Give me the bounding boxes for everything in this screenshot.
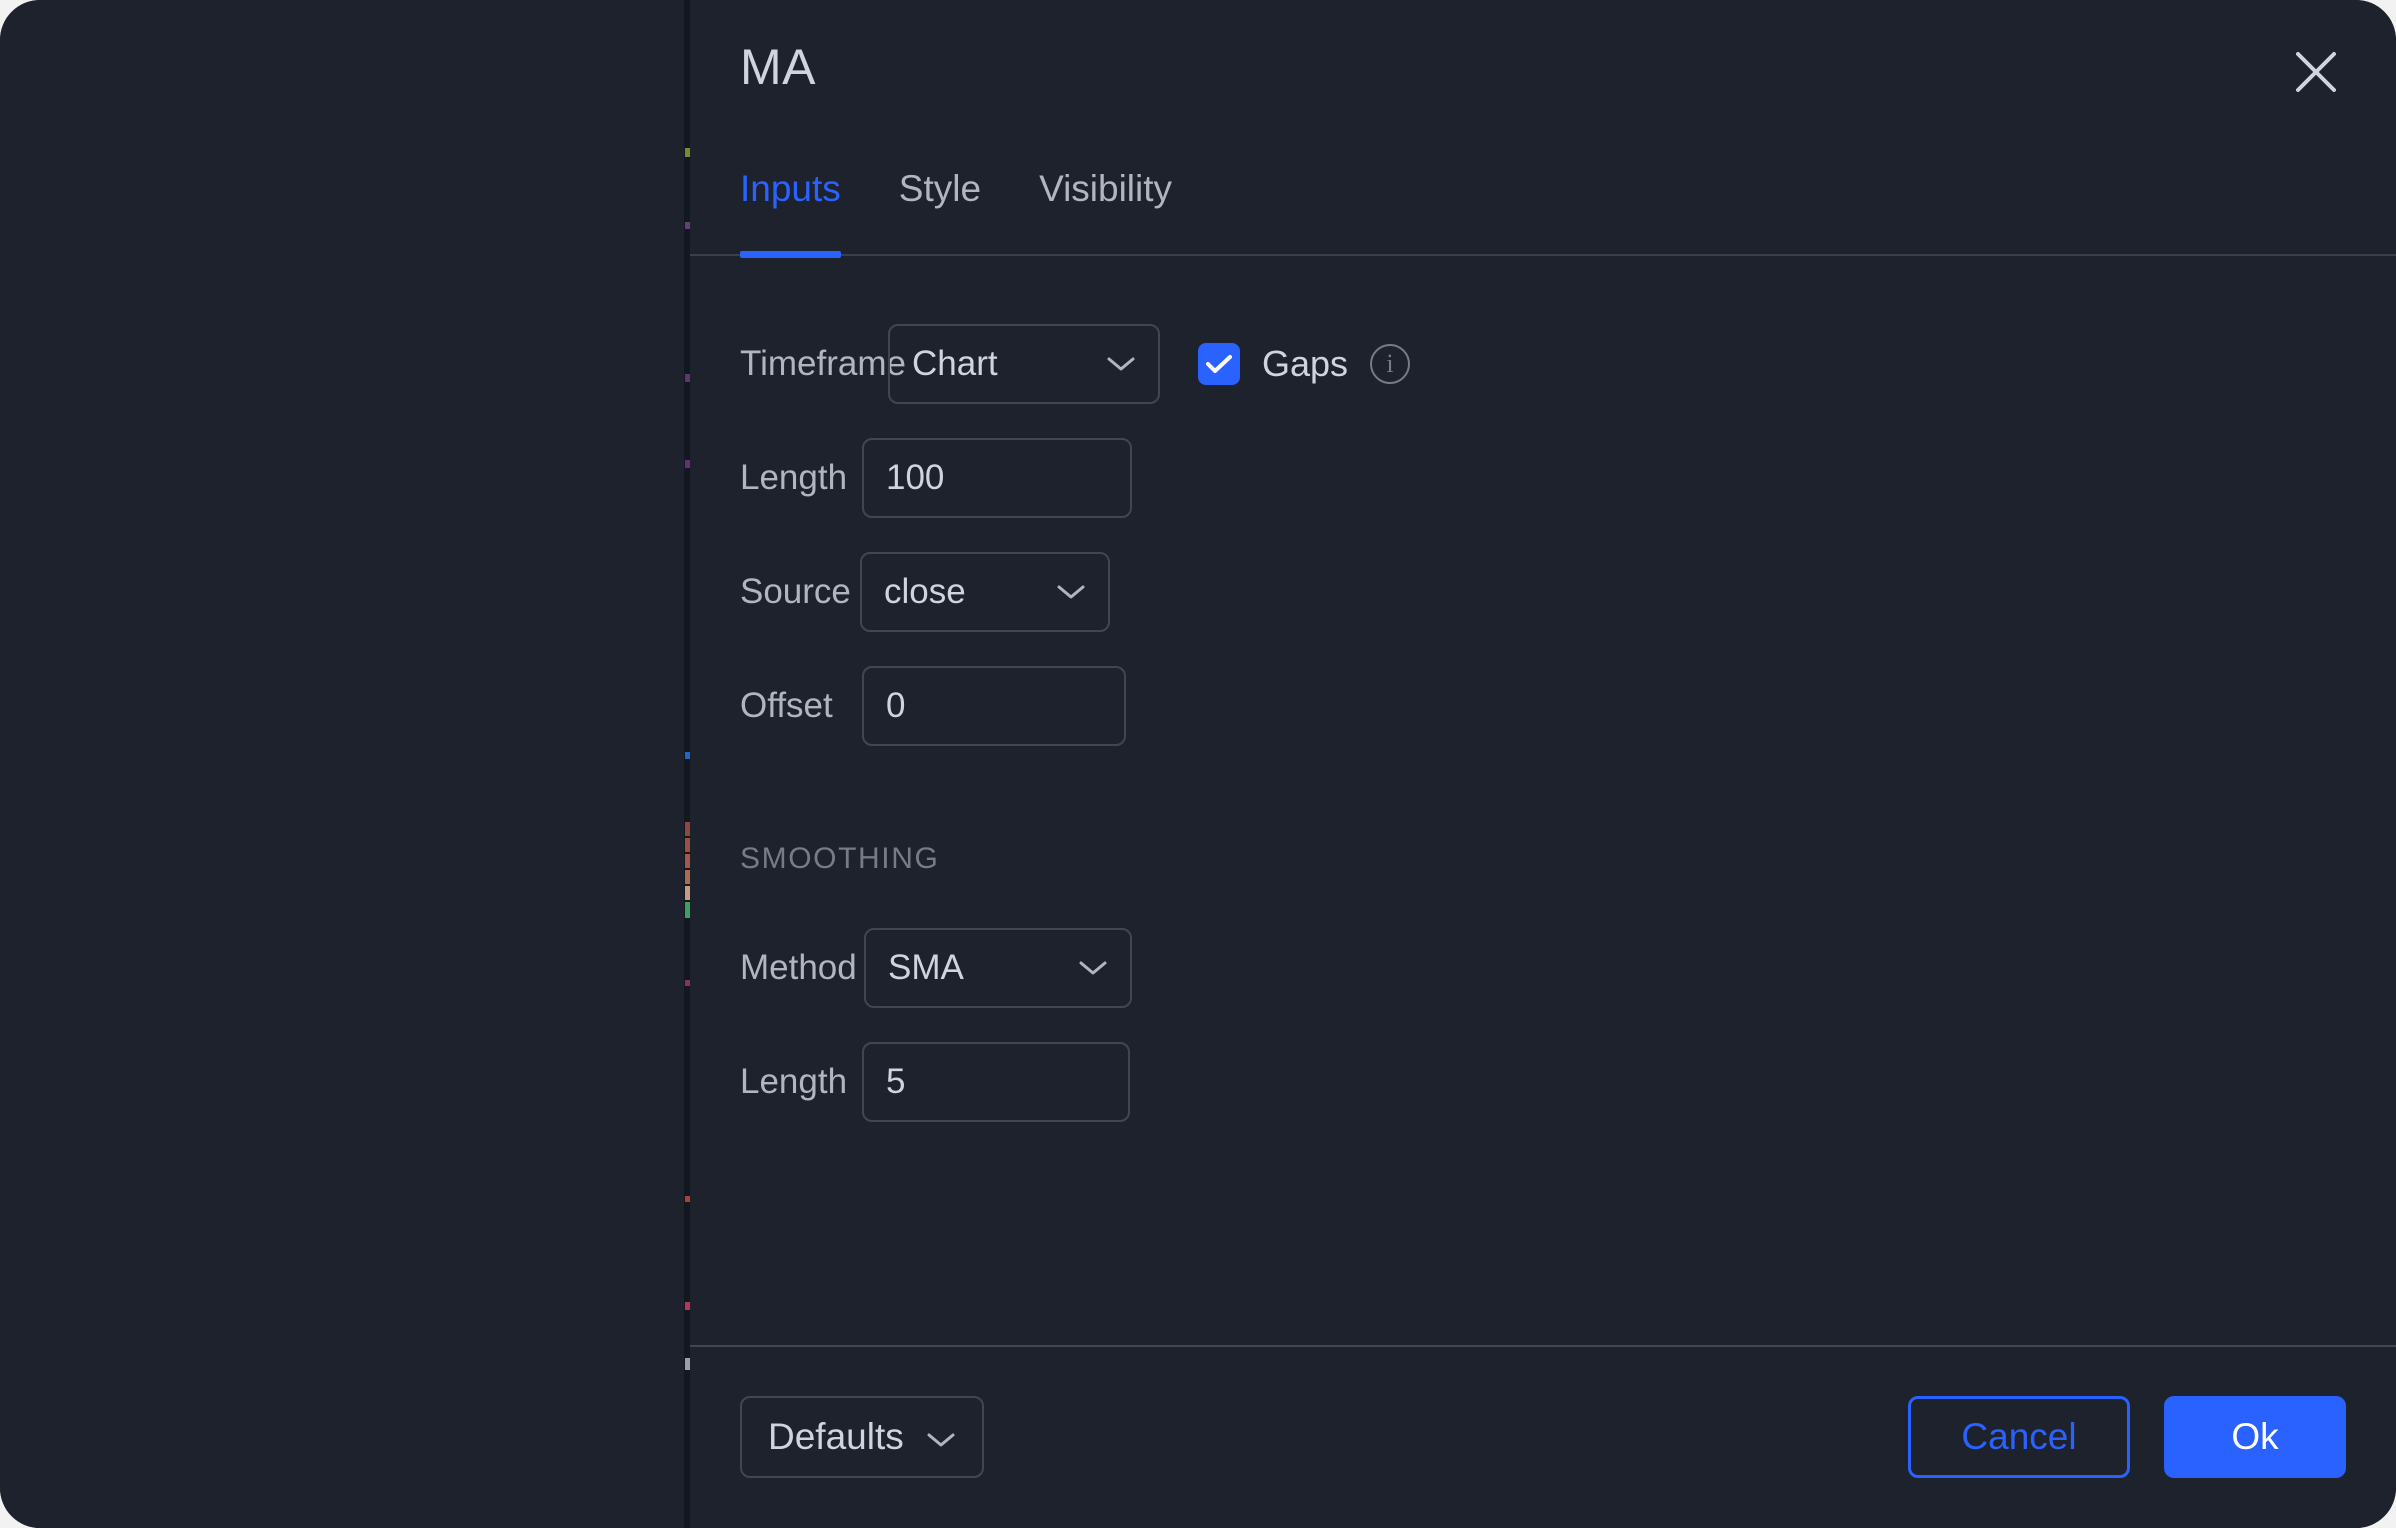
- row-length: Length 100: [740, 434, 2346, 522]
- footer-divider: [690, 1345, 2396, 1347]
- dialog-header: MA: [690, 0, 2396, 150]
- indicator-settings-dialog: MA Inputs Style Visibility Timeframe Cha…: [690, 0, 2396, 1528]
- ok-button[interactable]: Ok: [2164, 1395, 2346, 1478]
- source-select[interactable]: close: [860, 552, 1110, 632]
- row-offset: Offset 0: [740, 662, 2346, 750]
- timeframe-value: Chart: [912, 344, 998, 383]
- length-input[interactable]: 100: [862, 438, 1132, 518]
- tab-visibility[interactable]: Visibility: [1039, 150, 1172, 258]
- dialog-tabs: Inputs Style Visibility: [690, 150, 2396, 258]
- tab-inputs[interactable]: Inputs: [740, 150, 841, 258]
- app-root: MA Inputs Style Visibility Timeframe Cha…: [0, 0, 2396, 1528]
- chevron-down-icon: [1030, 583, 1086, 601]
- footer-actions: Cancel Ok: [1908, 1395, 2346, 1478]
- row-smoothing-length: Length 5: [740, 1038, 2346, 1126]
- smoothing-section-title: SMOOTHING: [740, 842, 940, 875]
- timeframe-label: Timeframe: [740, 344, 906, 383]
- row-timeframe: Timeframe Chart Gaps i: [740, 320, 2346, 408]
- check-icon: [1206, 355, 1232, 373]
- gaps-checkbox[interactable]: [1198, 343, 1240, 385]
- chevron-down-icon: [1080, 355, 1136, 373]
- timeframe-select[interactable]: Chart: [888, 324, 1160, 404]
- cancel-button[interactable]: Cancel: [1908, 1395, 2130, 1478]
- smoothing-length-value: 5: [886, 1062, 906, 1101]
- offset-value: 0: [886, 686, 906, 725]
- chart-backdrop: [0, 0, 690, 1528]
- info-icon[interactable]: i: [1370, 344, 1411, 384]
- tab-style[interactable]: Style: [899, 150, 981, 258]
- gaps-group: Gaps i: [1198, 343, 1411, 385]
- method-select[interactable]: SMA: [864, 928, 1132, 1008]
- length-value: 100: [886, 458, 945, 497]
- method-value: SMA: [888, 948, 964, 987]
- offset-input[interactable]: 0: [862, 666, 1126, 746]
- defaults-button[interactable]: Defaults: [740, 1395, 984, 1478]
- defaults-label: Defaults: [768, 1415, 904, 1457]
- chevron-down-icon: [1052, 959, 1108, 977]
- dialog-title: MA: [740, 39, 816, 95]
- smoothing-length-input[interactable]: 5: [862, 1042, 1130, 1122]
- row-method: Method SMA: [740, 924, 2346, 1012]
- row-source: Source close: [740, 548, 2346, 636]
- dialog-footer: Defaults Cancel Ok: [690, 1345, 2396, 1528]
- dialog-body: Timeframe Chart Gaps i Length 100 Source…: [690, 258, 2396, 1345]
- source-value: close: [884, 572, 966, 611]
- close-icon[interactable]: [2284, 40, 2348, 104]
- chevron-down-icon: [926, 1416, 956, 1458]
- gaps-label: Gaps: [1262, 343, 1349, 384]
